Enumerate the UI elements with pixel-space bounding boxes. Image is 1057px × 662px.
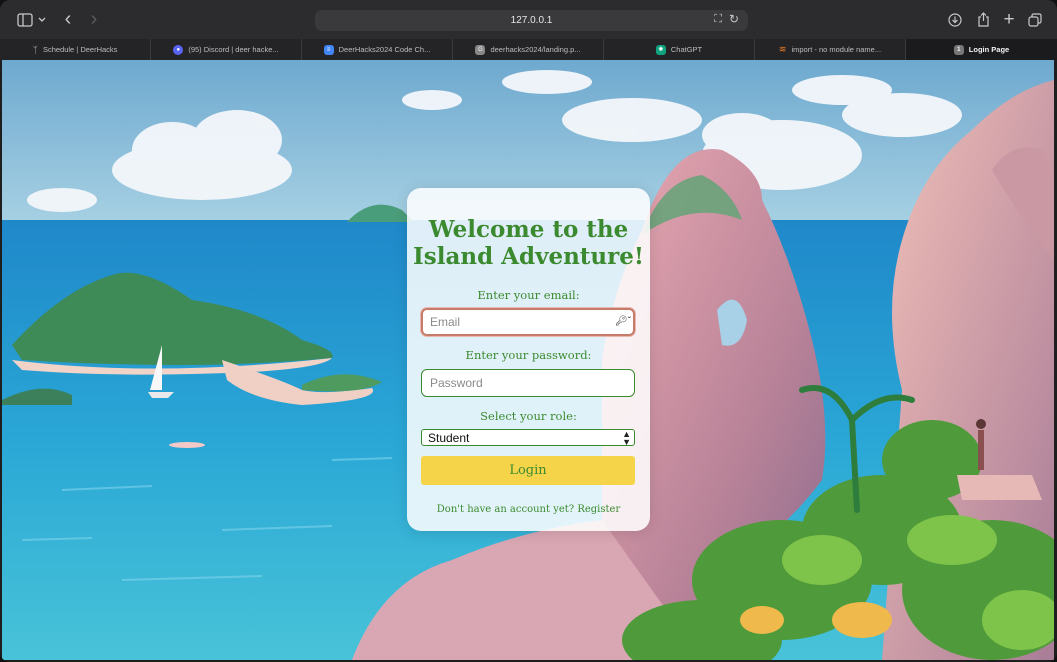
tab-label: Schedule | DeerHacks	[42, 45, 118, 54]
login-button[interactable]: Login	[421, 456, 635, 485]
address-text: 127.0.0.1	[510, 15, 553, 26]
back-button[interactable]: ‹	[58, 8, 78, 30]
role-label: Select your role:	[480, 409, 577, 423]
chevron-left-icon: ‹	[64, 8, 72, 30]
select-arrows-icon: ▲ ▼	[622, 429, 631, 447]
forward-button[interactable]: ›	[84, 8, 104, 30]
github-icon: G	[475, 44, 486, 55]
password-manager-key-icon[interactable]: 🔑︎ˇ	[615, 316, 631, 327]
page-title: Welcome to the Island Adventure!	[413, 216, 644, 270]
translate-icon[interactable]: ⛶	[714, 13, 722, 26]
new-tab-button[interactable]: +	[999, 9, 1019, 30]
page-content: Welcome to the Island Adventure! Enter yo…	[2, 60, 1054, 660]
download-icon	[948, 12, 962, 27]
docs-icon: ≡	[323, 44, 334, 55]
tab-label: DeerHacks2024 Code Ch...	[338, 45, 431, 54]
tab-github[interactable]: G deerhacks2024/landing.p...	[453, 39, 604, 60]
downloads-button[interactable]	[945, 9, 965, 30]
browser-toolbar: ‹ › 127.0.0.1 ⛶ ↻ +	[0, 0, 1057, 39]
tab-label: ChatGPT	[670, 45, 703, 54]
address-bar[interactable]: 127.0.0.1 ⛶ ↻	[315, 10, 748, 31]
share-icon	[977, 12, 989, 27]
tab-label: deerhacks2024/landing.p...	[490, 45, 581, 54]
plus-icon: +	[1003, 8, 1015, 30]
discord-icon: ●	[173, 44, 184, 55]
tab-bar: ᛉ Schedule | DeerHacks ● (95) Discord | …	[0, 39, 1057, 60]
register-link[interactable]: Don't have an account yet? Register	[407, 504, 650, 515]
sidebar-toggle-button[interactable]	[14, 9, 50, 30]
chatgpt-icon: ✺	[655, 44, 666, 55]
tab-schedule[interactable]: ᛉ Schedule | DeerHacks	[0, 39, 151, 60]
tab-stackoverflow[interactable]: ≋ import - no module name...	[755, 39, 906, 60]
sidebar-icon	[17, 12, 46, 27]
password-label: Enter your password:	[465, 348, 592, 362]
password-input[interactable]	[421, 369, 635, 397]
tab-docs[interactable]: ≡ DeerHacks2024 Code Ch...	[302, 39, 453, 60]
role-selected-value: Student	[428, 430, 470, 445]
tab-chatgpt[interactable]: ✺ ChatGPT	[604, 39, 755, 60]
browser-window: ‹ › 127.0.0.1 ⛶ ↻ + ᛉ Schedule | DeerHac…	[0, 0, 1057, 662]
tab-label: Login Page	[968, 45, 1010, 54]
page-icon: 1	[953, 44, 964, 55]
share-button[interactable]	[973, 9, 993, 30]
tab-label: (95) Discord | deer hacke...	[188, 45, 279, 54]
reload-icon[interactable]: ↻	[729, 12, 739, 26]
email-label: Enter your email:	[477, 288, 580, 302]
tab-overview-icon	[1028, 12, 1042, 27]
tab-login-page[interactable]: 1 Login Page	[906, 39, 1057, 60]
chevron-right-icon: ›	[90, 8, 98, 30]
login-card: Welcome to the Island Adventure! Enter yo…	[407, 188, 650, 531]
tab-overview-button[interactable]	[1025, 9, 1045, 30]
email-input[interactable]	[421, 308, 635, 336]
stackoverflow-icon: ≋	[778, 44, 787, 54]
tab-label: import - no module name...	[791, 45, 882, 54]
tab-discord[interactable]: ● (95) Discord | deer hacke...	[151, 39, 302, 60]
deer-icon: ᛉ	[32, 44, 38, 55]
role-select[interactable]: Student ▲ ▼	[421, 429, 635, 447]
